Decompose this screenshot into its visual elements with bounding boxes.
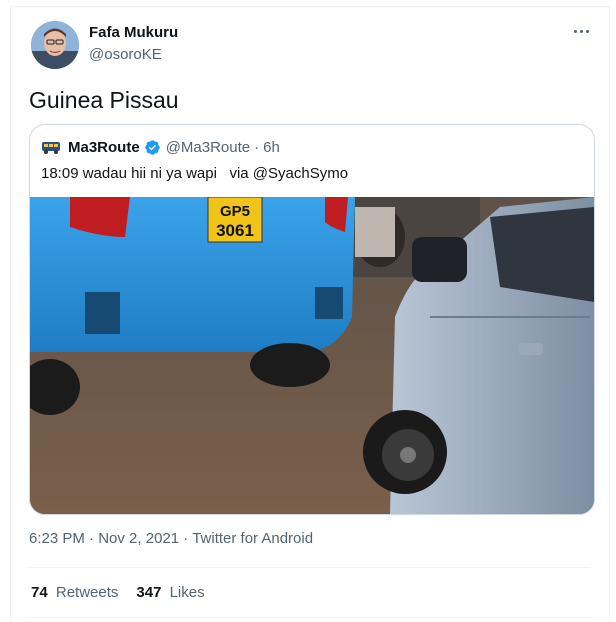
separator-dot: · (183, 530, 189, 547)
verified-badge-icon (144, 139, 161, 156)
tweet-date[interactable]: Nov 2, 2021 (98, 530, 179, 547)
retweets-stat[interactable]: 74 Retweets (31, 584, 118, 601)
tweet-stats: 74 Retweets 347 Likes (31, 584, 223, 601)
quoted-author-handle: @Ma3Route (165, 138, 251, 156)
quoted-author-avatar[interactable] (41, 137, 61, 157)
retweets-label: Retweets (55, 584, 119, 601)
quoted-tweet-text: 18:09 wadau hii ni ya wapi via @SyachSym… (41, 165, 349, 182)
likes-count: 347 (136, 584, 162, 601)
likes-stat[interactable]: 347 Likes (136, 584, 204, 601)
quoted-avatar-logo (42, 142, 60, 154)
author-handle[interactable]: @osoroKE (89, 46, 162, 63)
more-options-icon[interactable] (565, 19, 597, 43)
avatar-image (31, 21, 79, 69)
plate-text-line2: 3061 (216, 221, 254, 240)
divider (29, 567, 591, 568)
plate-text-line1: GP5 (220, 203, 250, 220)
likes-label: Likes (169, 584, 205, 601)
separator-dot: · (254, 138, 260, 156)
quoted-tweet-header: Ma3Route @Ma3Route · 6h (41, 137, 280, 157)
author-avatar[interactable] (31, 21, 79, 69)
separator-dot: · (89, 530, 95, 547)
quoted-tweet-photo[interactable]: GP5 3061 (30, 196, 594, 514)
divider (29, 617, 591, 618)
quoted-tweet[interactable]: Ma3Route @Ma3Route · 6h 18:09 wadau hii … (29, 124, 595, 515)
retweets-count: 74 (31, 584, 48, 601)
cars-photo: GP5 3061 (30, 196, 594, 514)
tweet-timestamp: 6:23 PM · Nov 2, 2021 · Twitter for Andr… (29, 530, 313, 547)
tweet-client[interactable]: Twitter for Android (192, 530, 313, 547)
tweet-time[interactable]: 6:23 PM (29, 530, 85, 547)
quoted-tweet-time[interactable]: 6h (263, 139, 280, 156)
tweet-text: Guinea Pissau (29, 87, 179, 113)
author-name[interactable]: Fafa Mukuru (89, 24, 178, 41)
tweet-card: Fafa Mukuru @osoroKE Guinea Pissau Ma3Ro… (10, 6, 610, 622)
quoted-author-name: Ma3Route (68, 138, 140, 156)
